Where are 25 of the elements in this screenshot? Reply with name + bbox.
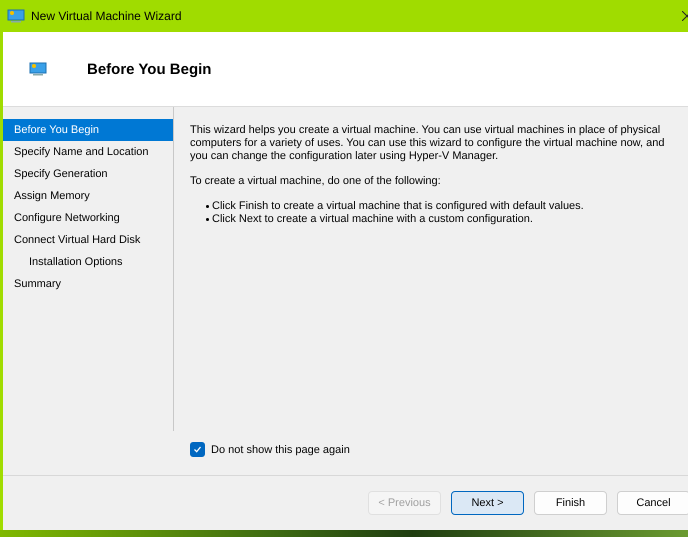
wizard-step[interactable]: Assign Memory — [3, 185, 173, 207]
wizard-step[interactable]: Configure Networking — [3, 207, 173, 229]
close-icon[interactable] — [682, 11, 688, 21]
window-title: New Virtual Machine Wizard — [31, 9, 182, 23]
monitor-icon — [7, 9, 25, 23]
checkmark-icon — [193, 445, 202, 454]
description-text: This wizard helps you create a virtual machine. You can use virtual machines in place of physical computers for a variety of uses. You can use this wizard to configure the virtual machine now, and you can change the configuration later using Hyper-V Manager. — [190, 124, 666, 163]
wizard-step[interactable]: Connect Virtual Hard Disk — [3, 229, 173, 251]
wizard-step[interactable]: Specify Generation — [3, 163, 173, 185]
bullet-icon — [206, 205, 209, 208]
checkbox-label: Do not show this page again — [211, 444, 350, 456]
wizard-button[interactable]: Finish — [534, 491, 607, 515]
description-text: To create a virtual machine, do one of the following: — [190, 175, 442, 188]
wizard-step[interactable]: Summary — [3, 273, 173, 295]
checkbox[interactable] — [190, 442, 205, 457]
bullet-text: Click Next to create a virtual machine with a custom configuration. — [212, 213, 533, 226]
wizard-step[interactable]: Installation Options — [3, 251, 173, 273]
wizard-button[interactable]: Cancel — [617, 491, 688, 515]
wizard-step[interactable]: Before You Begin — [3, 119, 173, 141]
page-heading: Before You Begin — [87, 60, 212, 78]
wizard-step[interactable]: Specify Name and Location — [3, 141, 173, 163]
monitor-icon — [29, 62, 47, 76]
wizard-button[interactable]: Next > — [451, 491, 524, 515]
bullet-icon — [206, 218, 209, 221]
bullet-text: Click Finish to create a virtual machine that is configured with default values. — [212, 200, 584, 213]
